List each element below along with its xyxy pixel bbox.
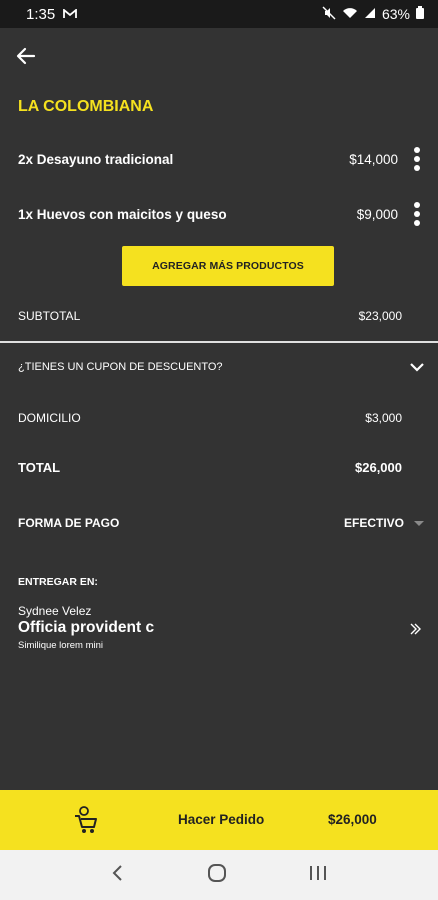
subtotal-label: SUBTOTAL [18, 309, 81, 323]
chevron-right-icon [410, 623, 421, 635]
chevron-down-icon [410, 363, 424, 372]
address-line: Officia provident c [18, 619, 155, 636]
notification-icon [63, 6, 78, 23]
payment-value: EFECTIVO [343, 516, 404, 530]
wifi-icon [342, 6, 358, 22]
delivery-value: $3,000 [365, 411, 402, 425]
dropdown-arrow-icon [414, 521, 424, 526]
order-total: $26,000 [328, 812, 377, 827]
battery-text: 63% [381, 6, 410, 22]
total-label: TOTAL [18, 460, 61, 475]
place-order-button[interactable]: Hacer Pedido $26,000 [0, 790, 438, 850]
cart-icon [74, 806, 98, 839]
subtotal-value: $23,000 [358, 309, 402, 323]
item-price: $14,000 [349, 151, 398, 167]
payment-select[interactable]: EFECTIVO [344, 516, 426, 530]
item-menu-button[interactable] [412, 147, 422, 171]
system-nav-bar [0, 850, 438, 900]
add-more-products-button[interactable]: AGREGAR MÁS PRODUCTOS [122, 246, 334, 286]
subtotal-row: SUBTOTAL $23,000 [18, 309, 402, 323]
address-name: Sydnee Velez [18, 604, 92, 618]
item-name: 1x Huevos con maicitos y queso [18, 206, 227, 222]
place-order-label: Hacer Pedido [178, 812, 265, 827]
cart-item: 2x Desayuno tradicional $14,000 [18, 147, 422, 171]
mute-icon [322, 6, 336, 23]
divider [0, 341, 438, 343]
nav-home-icon[interactable] [207, 863, 227, 888]
back-button[interactable] [14, 44, 38, 68]
delivery-label: DOMICILIO [18, 411, 81, 425]
status-bar: 1:35 63% [0, 0, 438, 28]
nav-recents-icon[interactable] [308, 864, 328, 887]
address-detail: Similique lorem mini [18, 640, 103, 651]
cart-item: 1x Huevos con maicitos y queso $9,000 [18, 202, 422, 226]
status-time: 1:35 [26, 5, 56, 23]
payment-label: FORMA DE PAGO [18, 516, 120, 530]
signal-icon [364, 6, 376, 22]
coupon-toggle[interactable]: ¿TIENES UN CUPON DE DESCUENTO? [18, 358, 426, 376]
total-row: TOTAL $26,000 [18, 460, 402, 475]
item-name: 2x Desayuno tradicional [18, 151, 174, 167]
coupon-label: ¿TIENES UN CUPON DE DESCUENTO? [18, 361, 223, 373]
payment-method-row: FORMA DE PAGO EFECTIVO [18, 516, 426, 530]
nav-back-icon[interactable] [110, 863, 126, 888]
restaurant-name: LA COLOMBIANA [18, 98, 154, 115]
total-value: $26,000 [355, 460, 402, 475]
battery-icon [416, 6, 424, 22]
delivery-row: DOMICILIO $3,000 [18, 411, 402, 425]
item-menu-button[interactable] [412, 202, 422, 226]
item-price: $9,000 [356, 206, 398, 222]
deliver-to-title: ENTREGAR EN: [18, 576, 98, 588]
arrow-left-icon [16, 47, 36, 65]
delivery-address[interactable]: Sydnee Velez Officia provident c Similiq… [18, 604, 426, 651]
